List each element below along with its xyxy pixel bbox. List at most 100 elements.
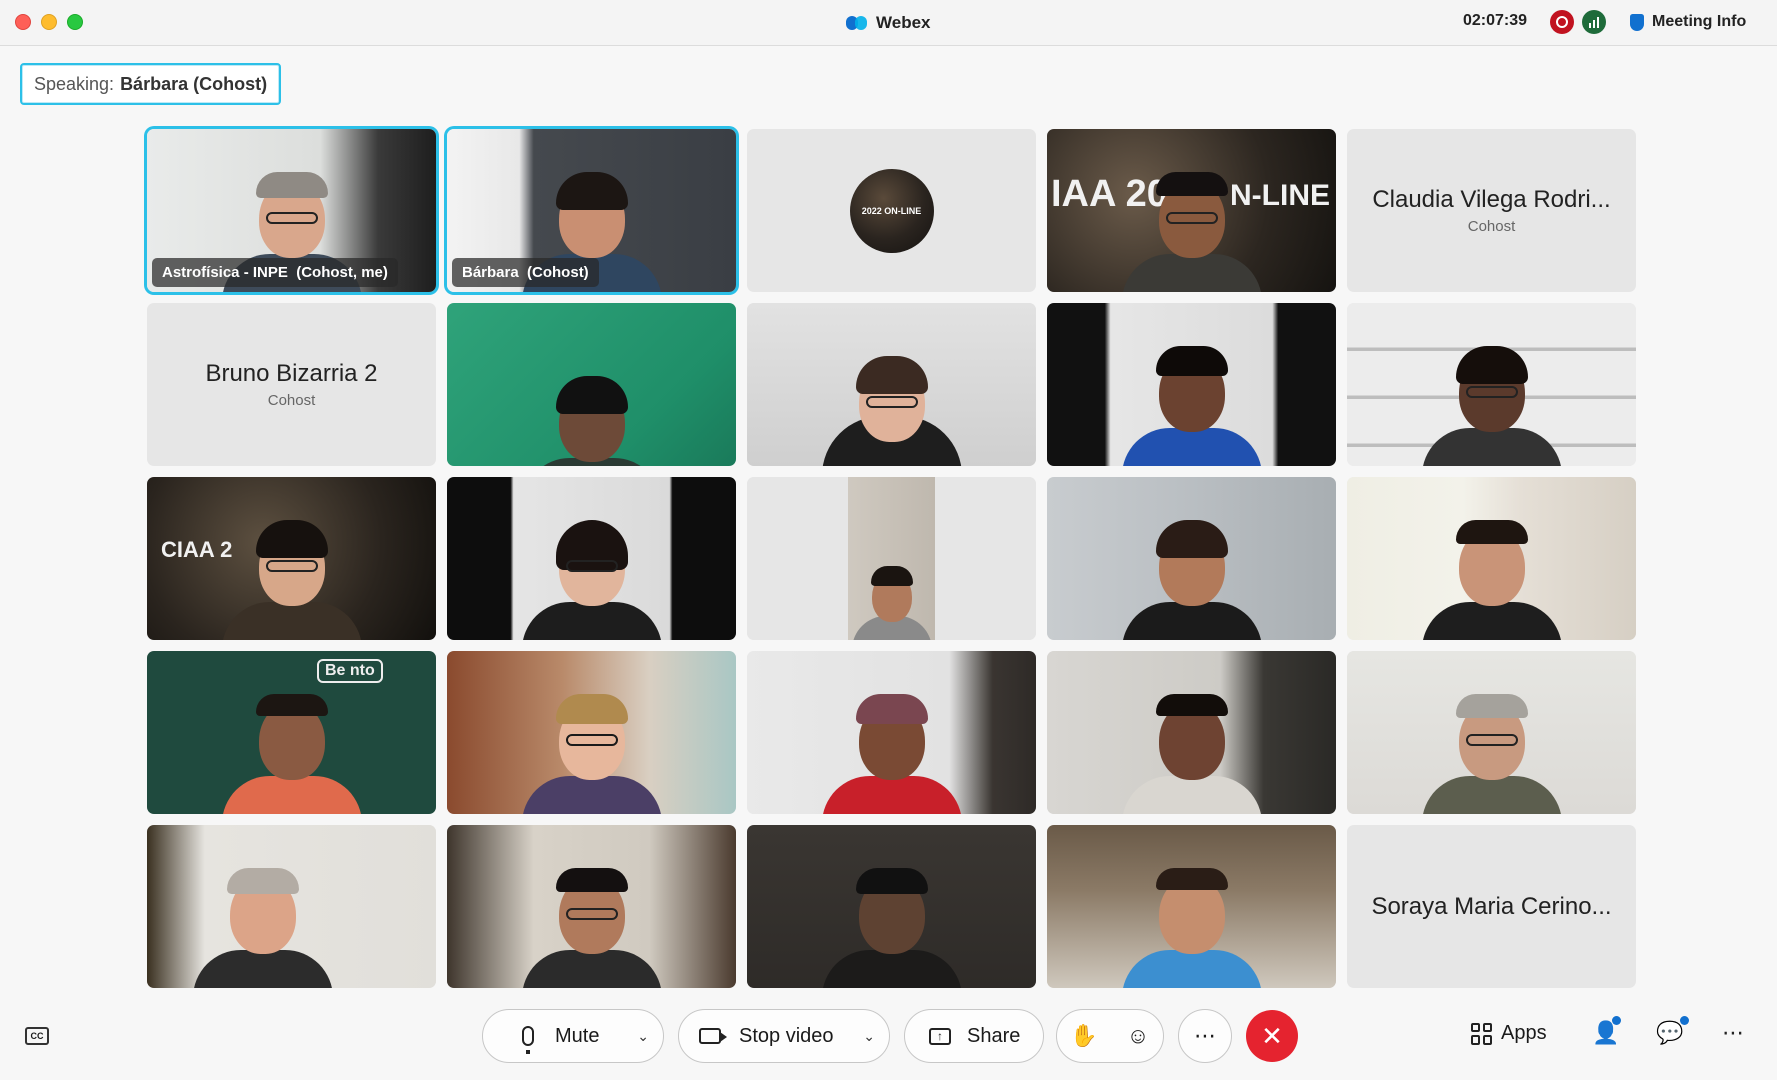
participant-tile[interactable]: [1047, 303, 1336, 466]
camera-icon: [695, 1021, 727, 1051]
chevron-down-icon[interactable]: ⌄: [637, 1028, 649, 1045]
participant-tile[interactable]: Soraya Maria Cerino...: [1347, 825, 1636, 988]
notification-dot: [1612, 1016, 1621, 1025]
participant-tile[interactable]: Be nto: [147, 651, 436, 814]
speaking-label: Speaking:: [34, 73, 115, 94]
participant-tile[interactable]: [1347, 651, 1636, 814]
participant-tile[interactable]: [447, 303, 736, 466]
participant-tile[interactable]: [747, 651, 1036, 814]
hand-icon: ✋: [1070, 1022, 1098, 1048]
participant-video: [1421, 336, 1562, 466]
participant-video: [1121, 510, 1262, 640]
stop-video-button[interactable]: Stop video ⌄: [678, 1009, 890, 1063]
participant-tile[interactable]: [747, 303, 1036, 466]
participant-video: [821, 858, 962, 988]
participant-video: [521, 858, 662, 988]
participant-name: Claudia Vilega Rodri...: [1372, 186, 1611, 213]
participant-video: [1121, 336, 1262, 466]
title-bar: Webex 02:07:39 Meeting Info: [0, 0, 1777, 46]
participant-tile[interactable]: Bruno Bizarria 2 Cohost: [147, 303, 436, 466]
minimize-window-button[interactable]: [41, 14, 57, 30]
participant-video: [221, 684, 362, 814]
participant-role: Cohost: [267, 392, 316, 409]
control-bar: Mute ⌄ Stop video ⌄ ↑ Share ✋ ☺ ⋯ ✕ Apps…: [0, 1000, 1777, 1080]
participant-video: [1421, 684, 1562, 814]
raise-hand-button[interactable]: ✋: [1057, 1010, 1111, 1061]
participant-tile[interactable]: 2022 ON-LINE: [747, 129, 1036, 292]
participant-video: [521, 510, 662, 640]
recording-indicator-icon[interactable]: [1550, 10, 1574, 34]
meeting-timer: 02:07:39: [1463, 12, 1528, 29]
participant-tile[interactable]: [1347, 303, 1636, 466]
reactions-button[interactable]: ☺: [1111, 1010, 1165, 1061]
apps-grid-icon: [1471, 1022, 1493, 1045]
more-horizontal-icon: ⋯: [1194, 1023, 1216, 1048]
microphone-icon: [513, 1021, 543, 1054]
participant-tile[interactable]: [447, 651, 736, 814]
speaking-name: Bárbara (Cohost): [120, 73, 268, 94]
apps-label: Apps: [1501, 1022, 1547, 1044]
meeting-info-button[interactable]: Meeting Info: [1630, 10, 1746, 34]
participant-video: [821, 684, 962, 814]
chat-bubble-icon: 💬: [1656, 1020, 1684, 1045]
participant-grid: Astrofísica - INPE (Cohost, me) Bárbara …: [147, 129, 1636, 988]
chevron-down-icon[interactable]: ⌄: [863, 1028, 875, 1045]
notification-dot: [1680, 1016, 1689, 1025]
participant-tile[interactable]: [1047, 825, 1336, 988]
webex-logo-icon: [846, 14, 868, 32]
participant-tile[interactable]: Claudia Vilega Rodri... Cohost: [1347, 129, 1636, 292]
more-options-button[interactable]: ⋯: [1178, 1009, 1232, 1063]
participant-name: Bruno Bizarria 2: [205, 360, 378, 387]
participant-tile[interactable]: [747, 825, 1036, 988]
participant-video: [1121, 858, 1262, 988]
maximize-window-button[interactable]: [67, 14, 83, 30]
event-logo-avatar: 2022 ON-LINE: [849, 168, 934, 253]
participant-placeholder: Soraya Maria Cerino...: [1347, 825, 1636, 988]
participant-tile[interactable]: [447, 825, 736, 988]
speaking-indicator: Speaking: Bárbara (Cohost): [20, 63, 282, 105]
more-horizontal-icon: ⋯: [1722, 1020, 1744, 1045]
meeting-info-label: Meeting Info: [1652, 13, 1747, 30]
participant-tile[interactable]: IAA 20 N-LINE: [1047, 129, 1336, 292]
share-button[interactable]: ↑ Share: [904, 1009, 1044, 1063]
participant-name: Soraya Maria Cerino...: [1371, 892, 1612, 920]
close-icon: ✕: [1261, 1020, 1283, 1051]
smiley-icon: ☺: [1126, 1022, 1150, 1048]
participant-video: [1121, 684, 1262, 814]
participant-video: [521, 684, 662, 814]
participant-tile[interactable]: [1047, 477, 1336, 640]
share-screen-icon: ↑: [925, 1021, 955, 1051]
participant-placeholder: Bruno Bizarria 2 Cohost: [147, 303, 436, 466]
end-call-button[interactable]: ✕: [1246, 1010, 1298, 1062]
participant-tile[interactable]: [1347, 477, 1636, 640]
participant-video: [221, 510, 362, 640]
apps-button[interactable]: Apps: [1471, 1022, 1547, 1045]
participant-role: Cohost: [1467, 218, 1516, 235]
participant-name-label: Astrofísica - INPE (Cohost, me): [152, 258, 398, 287]
participant-tile[interactable]: [747, 477, 1036, 640]
participant-video: [1121, 162, 1262, 292]
participant-video: [192, 858, 333, 988]
close-window-button[interactable]: [15, 14, 31, 30]
participant-tile[interactable]: Astrofísica - INPE (Cohost, me): [147, 129, 436, 292]
participant-tile[interactable]: [147, 825, 436, 988]
participant-video: [851, 550, 932, 640]
participant-tile[interactable]: [1047, 651, 1336, 814]
participant-tile[interactable]: CIAA 2: [147, 477, 436, 640]
stop-video-label: Stop video: [739, 1024, 834, 1047]
participant-video: [1421, 510, 1562, 640]
share-label: Share: [967, 1024, 1021, 1047]
reactions-group: ✋ ☺: [1056, 1009, 1164, 1063]
mute-button[interactable]: Mute ⌄: [482, 1009, 664, 1063]
participant-video: [521, 366, 662, 466]
participant-tile[interactable]: Bárbara (Cohost): [447, 129, 736, 292]
more-panels-button[interactable]: ⋯: [1722, 1020, 1744, 1046]
chalkboard-text: Be nto: [317, 659, 383, 683]
chat-button[interactable]: 💬: [1656, 1016, 1689, 1046]
network-health-icon[interactable]: [1582, 10, 1606, 34]
logo-text: 2022 ON-LINE: [861, 205, 922, 216]
participants-button[interactable]: 👤: [1592, 1016, 1621, 1046]
shield-icon: [1630, 13, 1644, 31]
participant-name-label: Bárbara (Cohost): [452, 258, 599, 287]
participant-tile[interactable]: [447, 477, 736, 640]
